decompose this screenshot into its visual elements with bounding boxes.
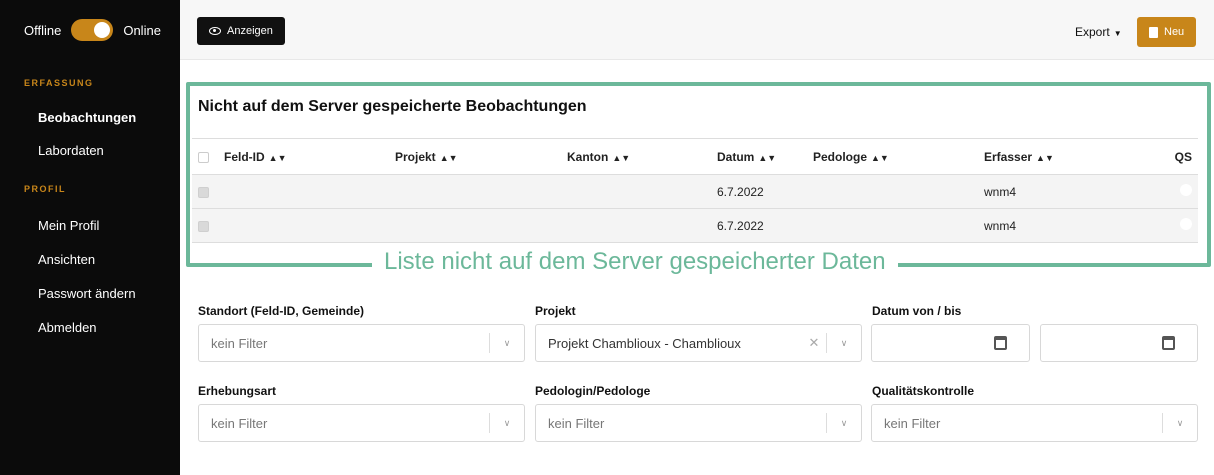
date-to-input[interactable] xyxy=(1040,324,1198,362)
chevron-down-icon: ▼ xyxy=(1113,29,1122,38)
section-profil: PROFIL xyxy=(24,184,66,194)
online-label: Online xyxy=(123,22,161,38)
clear-icon[interactable]: ✕ xyxy=(802,335,826,351)
section-erfassung: ERFASSUNG xyxy=(24,78,94,88)
export-menu[interactable]: Export ▼ xyxy=(1075,25,1122,39)
filter-standort-value: kein Filter xyxy=(211,335,268,351)
top-toolbar: Anzeigen Export ▼ Neu xyxy=(180,0,1214,60)
chevron-down-icon: ∨ xyxy=(840,417,848,428)
sidebar-item-beobachtungen[interactable]: Beobachtungen xyxy=(38,110,136,125)
eye-icon xyxy=(209,27,221,35)
toggle-knob xyxy=(94,22,111,38)
calendar-icon[interactable] xyxy=(1162,336,1175,350)
filter-erhebungsart-value: kein Filter xyxy=(211,415,268,431)
chevron-down-icon: ∨ xyxy=(1176,417,1184,428)
new-button[interactable]: Neu xyxy=(1137,17,1197,47)
filter-projekt-select[interactable]: Projekt Chamblioux - Chamblioux ✕ ∨ xyxy=(535,324,862,362)
calendar-icon[interactable] xyxy=(994,336,1007,350)
sidebar-item-ansichten[interactable]: Ansichten xyxy=(38,252,95,267)
export-label: Export xyxy=(1075,25,1110,39)
online-mode-switch[interactable]: Offline Online xyxy=(0,0,180,60)
sidebar: Offline Online ERFASSUNG Beobachtungen L… xyxy=(0,0,180,475)
filter-pedologe-select[interactable]: kein Filter ∨ xyxy=(535,404,862,442)
filter-standort-select[interactable]: kein Filter ∨ xyxy=(198,324,525,362)
chevron-down-icon: ∨ xyxy=(503,337,511,348)
show-button-label: Anzeigen xyxy=(227,25,273,37)
sidebar-item-passwort-aendern[interactable]: Passwort ändern xyxy=(38,286,136,301)
filter-qualitaet-value: kein Filter xyxy=(884,415,941,431)
filter-projekt-value: Projekt Chamblioux - Chamblioux xyxy=(548,335,741,351)
offline-label: Offline xyxy=(24,22,62,38)
date-from-input[interactable] xyxy=(871,324,1030,362)
chevron-down-icon: ∨ xyxy=(840,337,848,348)
chevron-down-icon: ∨ xyxy=(503,417,511,428)
filter-standort-label: Standort (Feld-ID, Gemeinde) xyxy=(198,304,365,318)
show-button[interactable]: Anzeigen xyxy=(197,17,285,45)
sidebar-item-labordaten[interactable]: Labordaten xyxy=(38,143,104,158)
filter-datum-label: Datum von / bis xyxy=(872,304,962,318)
filter-erhebungsart-select[interactable]: kein Filter ∨ xyxy=(198,404,525,442)
new-button-label: Neu xyxy=(1164,26,1185,38)
online-toggle[interactable] xyxy=(71,19,114,41)
filter-qualitaet-label: Qualitätskontrolle xyxy=(872,384,975,398)
sidebar-item-mein-profil[interactable]: Mein Profil xyxy=(38,218,99,233)
filter-pedologe-label: Pedologin/Pedologe xyxy=(535,384,651,398)
sidebar-item-abmelden[interactable]: Abmelden xyxy=(38,320,97,335)
filter-projekt-label: Projekt xyxy=(535,304,576,318)
filter-qualitaet-select[interactable]: kein Filter ∨ xyxy=(871,404,1198,442)
filter-pedologe-value: kein Filter xyxy=(548,415,605,431)
filter-erhebungsart-label: Erhebungsart xyxy=(198,384,277,398)
annotation-label: Liste nicht auf dem Server gespeicherter… xyxy=(372,248,898,276)
document-icon xyxy=(1149,26,1158,38)
annotation-highlight-frame xyxy=(186,82,1211,267)
